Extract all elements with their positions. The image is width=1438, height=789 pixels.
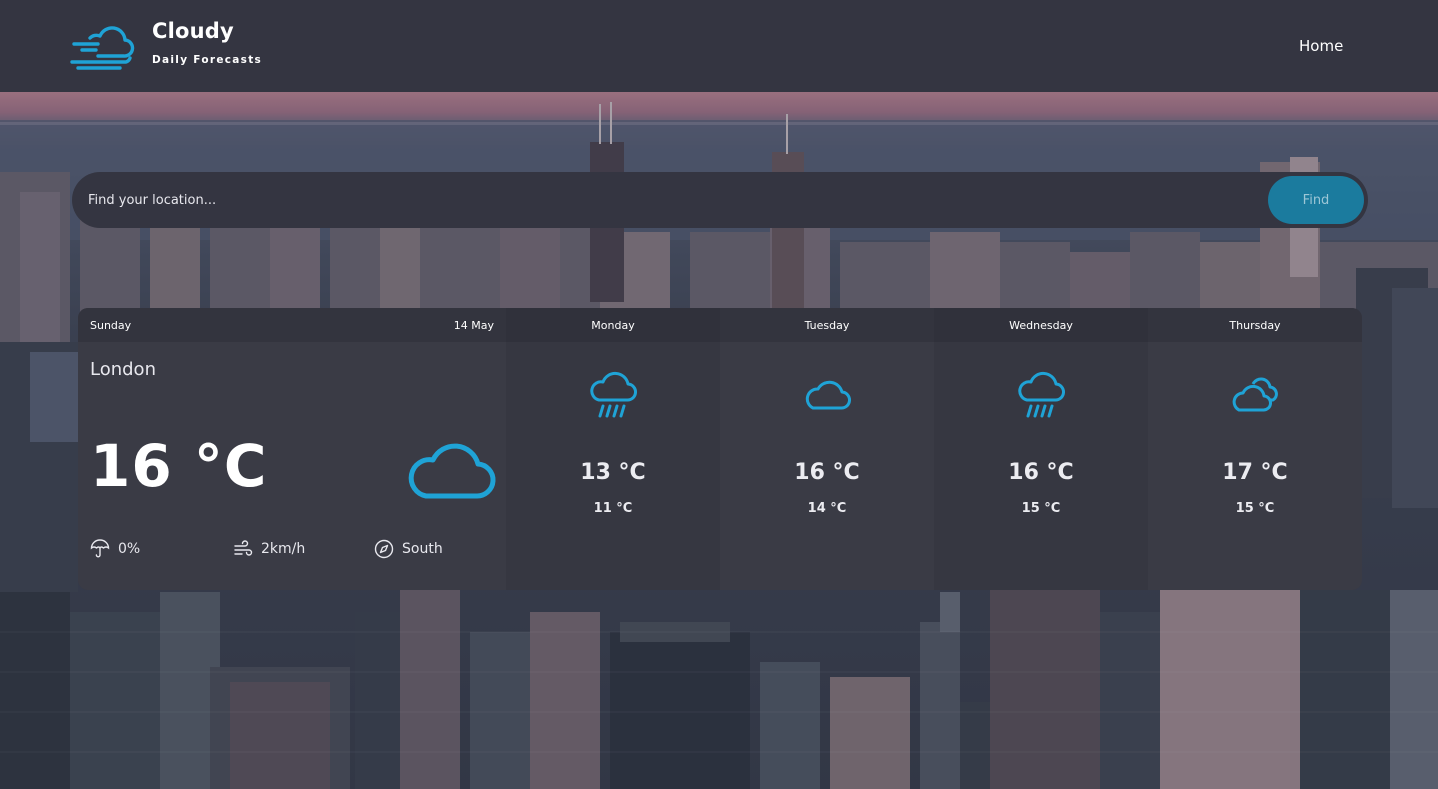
wind-stat: 2km/h <box>233 539 305 559</box>
wind-icon <box>234 540 253 556</box>
current-temperature: 16 °C <box>90 432 268 500</box>
nav-home-link[interactable]: Home <box>1299 37 1343 55</box>
double-cloud-icon <box>1232 377 1278 412</box>
direction-stat: South <box>374 539 443 559</box>
forecast-max-temp: 16 °C <box>1008 460 1074 485</box>
location-search-input[interactable] <box>88 172 1258 228</box>
wind-cloud-icon[interactable] <box>68 18 136 74</box>
forecast-day-name: Wednesday <box>934 308 1148 342</box>
forecast-day-card: Thursday 17 °C 15 °C <box>1148 308 1362 590</box>
forecast-min-temp: 14 °C <box>807 501 847 516</box>
app-subtitle: Daily Forecasts <box>152 54 263 66</box>
forecast-min-temp: 15 °C <box>1235 501 1275 516</box>
forecast-day-name: Monday <box>506 308 720 342</box>
forecast-day-name: Thursday <box>1148 308 1362 342</box>
compass-icon <box>374 539 394 559</box>
city-name: London <box>90 359 156 380</box>
weather-stats: 0% 2km/h South <box>90 539 490 563</box>
forecast-panel: Sunday 14 May London 16 °C 0% 2km/h Sout… <box>78 308 1362 590</box>
forecast-day-name: Tuesday <box>720 308 934 342</box>
today-date: 14 May <box>453 319 494 332</box>
cloud-icon <box>805 380 851 410</box>
today-day: Sunday <box>90 319 132 332</box>
forecast-max-temp: 17 °C <box>1222 460 1288 485</box>
wind-value: 2km/h <box>261 541 306 557</box>
today-header: Sunday 14 May <box>78 308 506 342</box>
app-title[interactable]: Cloudy <box>152 19 234 43</box>
today-card: Sunday 14 May London 16 °C 0% 2km/h Sout… <box>78 308 506 590</box>
direction-value: South <box>402 541 443 557</box>
umbrella-icon <box>90 539 110 558</box>
site-header: Cloudy Daily Forecasts Home <box>0 0 1438 92</box>
forecast-min-temp: 11 °C <box>593 501 633 516</box>
search-bar: Find <box>72 172 1368 228</box>
forecast-min-temp: 15 °C <box>1021 501 1061 516</box>
find-button[interactable]: Find <box>1268 176 1364 224</box>
forecast-day-card: Monday 13 °C 11 °C <box>506 308 720 590</box>
rain-value: 0% <box>118 541 141 557</box>
rain-stat: 0% <box>90 539 140 559</box>
forecast-day-card: Tuesday 16 °C 14 °C <box>720 308 934 590</box>
cloud-icon <box>408 443 496 499</box>
rain-cloud-icon <box>590 371 637 418</box>
forecast-max-temp: 16 °C <box>794 460 860 485</box>
forecast-day-card: Wednesday 16 °C 15 °C <box>934 308 1148 590</box>
forecast-max-temp: 13 °C <box>580 460 646 485</box>
rain-cloud-icon <box>1018 371 1065 418</box>
